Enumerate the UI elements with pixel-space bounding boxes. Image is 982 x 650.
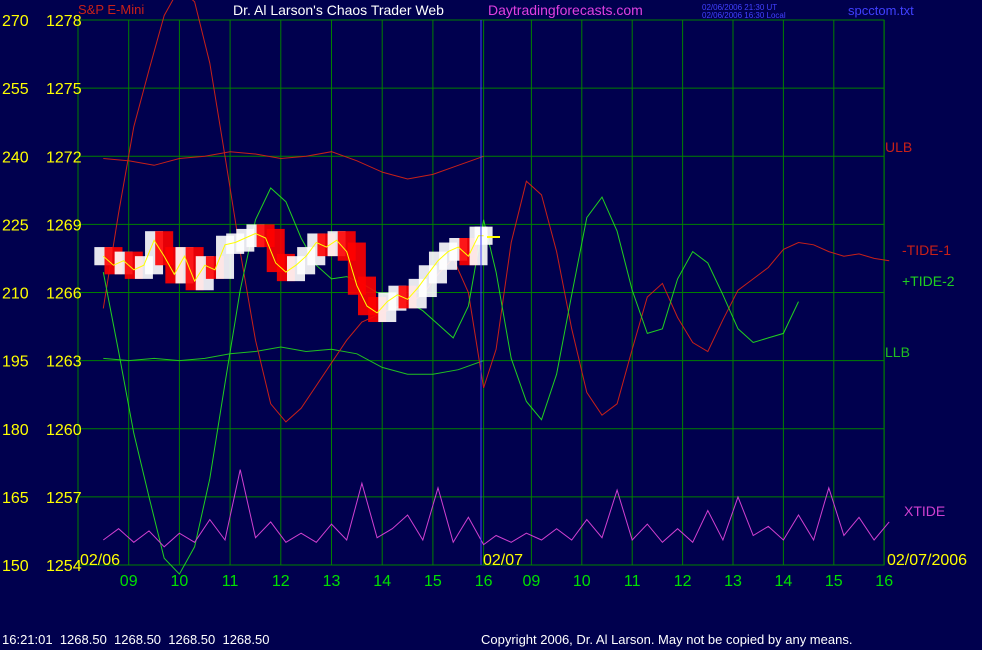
- x-tick-label: 14: [775, 573, 793, 590]
- file-name: spcctom.txt: [848, 3, 914, 18]
- footer-quote: 16:21:01 1268.50 1268.50 1268.50 1268.50: [2, 632, 270, 647]
- x-tick-label: 15: [424, 573, 442, 590]
- x-tick-label: 16: [475, 573, 493, 590]
- x-date-label-day1: 02/06: [80, 552, 120, 569]
- x-tick-label: 09: [120, 573, 138, 590]
- left-title: S&P E-Mini: [78, 2, 145, 17]
- y-tick-label-price: 1266: [46, 286, 82, 303]
- y-tick-label-price: 1278: [46, 13, 82, 30]
- y-tick-label-outer: 225: [2, 217, 29, 234]
- site-name[interactable]: Daytradingforecasts.com: [488, 2, 643, 18]
- x-tick-label: 12: [272, 573, 290, 590]
- series-xtide: [103, 469, 890, 548]
- series-label-tide1: -TIDE-1: [902, 242, 951, 258]
- y-tick-label-outer: 165: [2, 490, 29, 507]
- chart-svg: 270 1278 255 1275 240 1272 225 1269 210 1266 195 12…: [2, 0, 967, 590]
- x-tick-label: 16: [875, 573, 893, 590]
- x-tick-label: 12: [674, 573, 692, 590]
- y-tick-label-outer: 270: [2, 13, 29, 30]
- x-tick-label: 11: [624, 573, 641, 590]
- x-tick-label: 13: [724, 573, 742, 590]
- x-tick-label: 13: [323, 573, 341, 590]
- chart-window: 270 1278 255 1275 240 1272 225 1269 210 1266 195 12…: [0, 0, 982, 650]
- y-tick-label-price: 1269: [46, 217, 82, 234]
- y-tick-label-price: 1257: [46, 490, 82, 507]
- y-tick-label-outer: 240: [2, 149, 29, 166]
- x-tick-label: 14: [373, 573, 391, 590]
- x-date-label-day2: 02/07: [483, 552, 523, 569]
- series-layer: [102, 0, 890, 575]
- x-tick-label: 10: [171, 573, 189, 590]
- y-tick-label-price: 1275: [46, 81, 82, 98]
- series-label-tide2: +TIDE-2: [902, 273, 955, 289]
- y-tick-label-outer: 210: [2, 286, 29, 303]
- y-tick-label-price: 1263: [46, 354, 82, 371]
- series-tide-1: [102, 0, 890, 423]
- x-tick-label: 11: [222, 573, 239, 590]
- x-tick-label: 15: [825, 573, 843, 590]
- x-date-label-right: 02/07/2006: [887, 552, 967, 569]
- y-tick-label-price: 1254: [46, 558, 82, 575]
- y-tick-label-outer: 255: [2, 81, 29, 98]
- series-label-ulb: ULB: [885, 139, 912, 155]
- x-tick-label: 09: [523, 573, 541, 590]
- y-tick-label-outer: 195: [2, 354, 29, 371]
- y-tick-label-outer: 150: [2, 558, 29, 575]
- footer-copyright: Copyright 2006, Dr. Al Larson. May not b…: [481, 632, 853, 647]
- series-label-xtide: XTIDE: [904, 503, 945, 519]
- x-tick-label: 10: [573, 573, 591, 590]
- series-label-llb: LLB: [885, 344, 910, 360]
- time-local: 02/06/2006 16:30 Local: [702, 11, 786, 20]
- y-tick-label-price: 1260: [46, 422, 82, 439]
- y-tick-label-outer: 180: [2, 422, 29, 439]
- chart-title: Dr. Al Larson's Chaos Trader Web: [233, 2, 444, 18]
- y-tick-label-price: 1272: [46, 149, 82, 166]
